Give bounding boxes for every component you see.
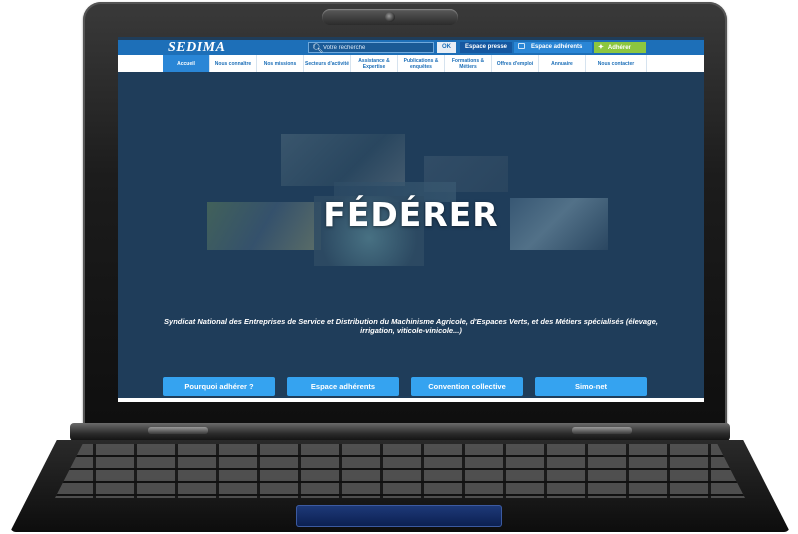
webcam-icon [385,12,395,22]
nav-item-offres-emploi[interactable]: Offres d'emploi [492,55,539,72]
members-area-button[interactable]: Espace adhérents [514,42,592,53]
nav-item-publications[interactable]: Publications & enquêtes [398,55,445,72]
why-join-button[interactable]: Pourquoi adhérer ? [163,377,275,396]
press-area-button[interactable]: Espace presse [460,42,512,53]
trackpad [296,505,502,527]
join-label: Adhérer [607,45,631,51]
search-icon: 🔍︎ [312,43,324,53]
members-area-cta-button[interactable]: Espace adhérents [287,377,399,396]
search-input[interactable] [323,43,431,52]
nav-item-accueil[interactable]: Accueil [163,55,210,72]
nav-item-secteurs[interactable]: Secteurs d'activité [304,55,351,72]
nav-item-annuaire[interactable]: Annuaire [539,55,586,72]
laptop-mockup: SEDIMA 🔍︎ OK Espace presse Espace adhére… [0,0,798,534]
hero-photo [281,134,405,186]
laptop-screen: SEDIMA 🔍︎ OK Espace presse Espace adhére… [118,37,704,402]
join-button[interactable]: ✦ Adhérer [594,42,646,53]
search-ok-button[interactable]: OK [437,42,456,53]
members-area-label: Espace adhérents [531,44,583,50]
handshake-icon: ✦ [598,44,604,51]
hinge-slot [148,427,208,434]
lock-icon [518,43,525,49]
nav-item-formations[interactable]: Formations & Métiers [445,55,492,72]
search-box[interactable]: 🔍︎ [308,42,434,53]
collective-agreement-button[interactable]: Convention collective [411,377,523,396]
hero-subtitle: Syndicat National des Entreprises de Ser… [164,317,658,335]
hinge-slot [572,427,632,434]
simo-net-button[interactable]: Simo-net [535,377,647,396]
nav-item-nos-missions[interactable]: Nos missions [257,55,304,72]
keyboard-rows [55,444,745,498]
nav-item-nous-connaitre[interactable]: Nous connaître [210,55,257,72]
site-logo[interactable]: SEDIMA [168,41,225,55]
site-topbar: SEDIMA 🔍︎ OK Espace presse Espace adhére… [118,40,704,55]
nav-item-assistance[interactable]: Assistance & Expertise [351,55,398,72]
screen-footer-strip [118,398,704,402]
hero-title: FÉDÉRER [323,195,499,234]
nav-item-nous-contacter[interactable]: Nous contacter [586,55,647,72]
hero-banner: FÉDÉRER Syndicat National des Entreprise… [118,72,704,402]
main-nav: Accueil Nous connaître Nos missions Sect… [118,55,704,72]
